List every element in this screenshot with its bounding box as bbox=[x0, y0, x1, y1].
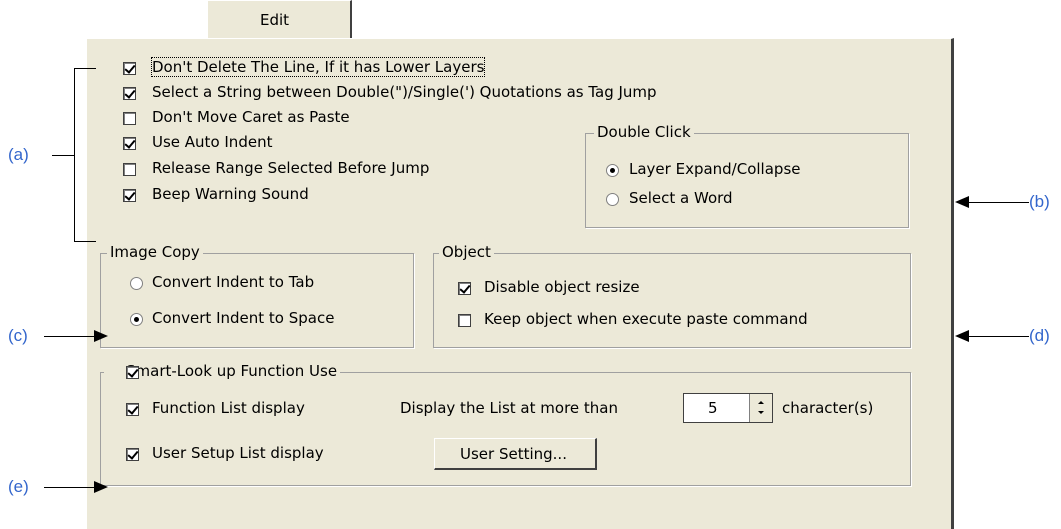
annotation-a-bracket bbox=[74, 68, 75, 242]
object-label-0: Disable object resize bbox=[484, 278, 640, 296]
user-setting-button-label: User Setting... bbox=[460, 445, 567, 463]
annotation-e-line bbox=[44, 487, 94, 488]
option-checkbox-2[interactable] bbox=[123, 112, 136, 125]
function-list-checkbox[interactable] bbox=[126, 403, 139, 416]
annotation-c-arrow-icon bbox=[94, 330, 108, 342]
double-click-group bbox=[585, 133, 909, 228]
option-checkbox-3[interactable] bbox=[123, 137, 136, 150]
option-label-2: Don't Move Caret as Paste bbox=[152, 108, 350, 126]
smart-lookup-checkbox[interactable] bbox=[126, 366, 139, 379]
annotation-b: (b) bbox=[1029, 192, 1050, 211]
chars-suffix-label: character(s) bbox=[782, 399, 874, 417]
object-title: Object bbox=[439, 243, 494, 261]
annotation-a-bracket-top bbox=[74, 68, 96, 69]
double-click-radio-0[interactable] bbox=[606, 164, 619, 177]
annotation-e: (e) bbox=[8, 477, 29, 496]
image-copy-title: Image Copy bbox=[107, 243, 203, 261]
option-checkbox-5[interactable] bbox=[123, 189, 136, 202]
annotation-c-line bbox=[44, 336, 94, 337]
option-checkbox-0[interactable] bbox=[123, 62, 136, 75]
object-label-1: Keep object when execute paste command bbox=[484, 310, 808, 328]
annotation-a-bracket-bottom bbox=[74, 241, 96, 242]
object-checkbox-0[interactable] bbox=[458, 282, 471, 295]
option-checkbox-1[interactable] bbox=[123, 87, 136, 100]
double-click-radio-1[interactable] bbox=[606, 193, 619, 206]
tab-edit[interactable]: Edit bbox=[207, 0, 352, 38]
display-list-label: Display the List at more than bbox=[400, 399, 618, 417]
object-group bbox=[433, 253, 911, 348]
annotation-e-arrow-icon bbox=[94, 481, 108, 493]
image-copy-label-1: Convert Indent to Space bbox=[152, 309, 335, 327]
chars-stepper[interactable]: 5 bbox=[683, 393, 773, 423]
double-click-label-0: Layer Expand/Collapse bbox=[629, 160, 801, 178]
annotation-d-line bbox=[969, 336, 1029, 337]
annotation-b-line bbox=[969, 202, 1029, 203]
image-copy-radio-0[interactable] bbox=[130, 277, 143, 290]
chars-value: 5 bbox=[708, 399, 718, 417]
spin-up-icon[interactable] bbox=[758, 401, 764, 404]
annotation-d: (d) bbox=[1029, 326, 1050, 345]
option-label-5: Beep Warning Sound bbox=[152, 185, 309, 203]
user-setup-label: User Setup List display bbox=[152, 444, 324, 462]
double-click-label-1: Select a Word bbox=[629, 189, 733, 207]
image-copy-radio-1[interactable] bbox=[130, 313, 143, 326]
option-label-4: Release Range Selected Before Jump bbox=[152, 159, 430, 177]
object-checkbox-1[interactable] bbox=[458, 314, 471, 327]
annotation-d-arrow-icon bbox=[955, 330, 969, 342]
option-label-1: Select a String between Double(")/Single… bbox=[152, 83, 657, 101]
user-setup-checkbox[interactable] bbox=[126, 448, 139, 461]
user-setting-button[interactable]: User Setting... bbox=[434, 438, 597, 470]
annotation-a-line bbox=[52, 155, 74, 156]
smart-lookup-title: Smart-Look up Function Use bbox=[104, 362, 341, 380]
annotation-b-arrow-icon bbox=[955, 196, 969, 208]
tab-edit-label: Edit bbox=[260, 11, 290, 29]
option-label-3: Use Auto Indent bbox=[152, 133, 273, 151]
option-label-0: Don't Delete The Line, If it has Lower L… bbox=[150, 57, 486, 77]
option-checkbox-4[interactable] bbox=[123, 163, 136, 176]
image-copy-label-0: Convert Indent to Tab bbox=[152, 273, 315, 291]
annotation-a: (a) bbox=[8, 145, 29, 164]
annotation-c: (c) bbox=[8, 326, 28, 345]
spin-down-icon[interactable] bbox=[758, 411, 764, 414]
function-list-label: Function List display bbox=[152, 399, 305, 417]
image-copy-group bbox=[100, 253, 414, 348]
chars-spin-buttons[interactable] bbox=[749, 394, 772, 422]
double-click-title: Double Click bbox=[594, 123, 694, 141]
